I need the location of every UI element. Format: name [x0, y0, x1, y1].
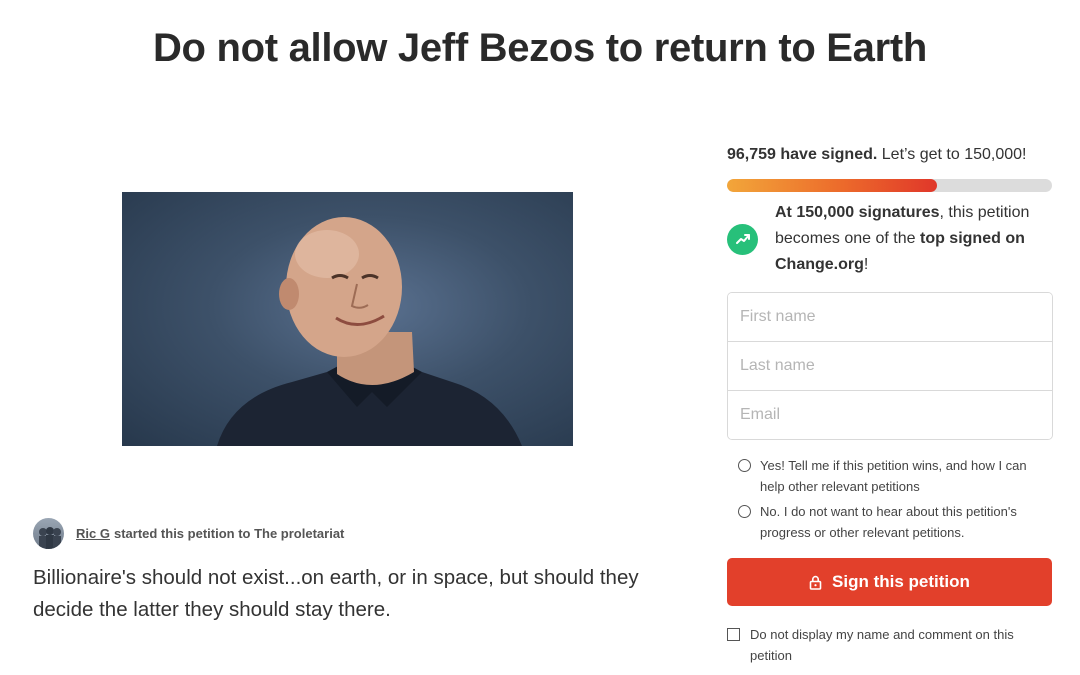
signed-count-text: 96,759 have signed.: [727, 146, 878, 163]
email-input[interactable]: [728, 391, 1052, 439]
sign-petition-button[interactable]: Sign this petition: [727, 558, 1052, 606]
starter-name-link[interactable]: Ric G: [76, 526, 110, 541]
goal-text: Let’s get to 150,000!: [881, 146, 1027, 163]
hide-name-option[interactable]: Do not display my name and comment on th…: [727, 624, 1052, 666]
petition-starter: Ric G started this petition to The prole…: [33, 517, 345, 549]
petition-photo: [122, 192, 573, 446]
option-yes-label: Yes! Tell me if this petition wins, and …: [760, 458, 1027, 494]
milestone-bold-1: At 150,000 signatures: [775, 204, 940, 221]
hide-name-label: Do not display my name and comment on th…: [750, 627, 1014, 663]
avatar[interactable]: [33, 517, 64, 549]
signature-count: 96,759 have signed. Let’s get to 150,000…: [727, 146, 1026, 164]
hide-name-checkbox[interactable]: [727, 628, 740, 641]
first-name-input[interactable]: [728, 293, 1052, 342]
progress-fill: [727, 179, 937, 192]
petition-description: Billionaire's should not exist...on eart…: [33, 566, 639, 621]
trending-up-icon: [727, 223, 758, 255]
milestone-info: At 150,000 signatures, this petition bec…: [727, 200, 1057, 278]
signature-progress-bar: [727, 179, 1052, 192]
option-yes-radio[interactable]: [738, 459, 751, 472]
option-no-radio[interactable]: [738, 505, 751, 518]
lock-icon: [809, 575, 822, 590]
petition-title: Do not allow Jeff Bezos to return to Ear…: [152, 26, 928, 70]
milestone-text-2: !: [863, 256, 869, 273]
signer-form: [727, 292, 1053, 440]
option-yes[interactable]: Yes! Tell me if this petition wins, and …: [738, 455, 1048, 497]
option-no-label: No. I do not want to hear about this pet…: [760, 504, 1017, 540]
starter-text: started this petition to The proletariat: [113, 525, 345, 541]
option-no[interactable]: No. I do not want to hear about this pet…: [738, 501, 1048, 543]
milestone-text: At 150,000 signatures, this petition bec…: [775, 200, 1057, 278]
sign-button-label: Sign this petition: [832, 572, 970, 591]
last-name-input[interactable]: [728, 342, 1052, 391]
